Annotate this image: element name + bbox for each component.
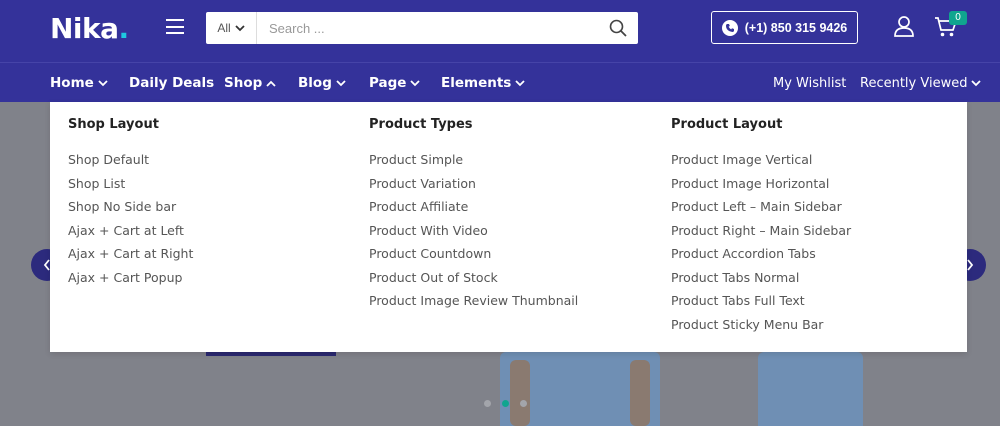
menu-link[interactable]: Shop No Side bar (68, 199, 193, 223)
chevron-down-icon (98, 79, 108, 86)
phone-button[interactable]: (+1) 850 315 9426 (711, 11, 858, 44)
search-category-select[interactable]: All (206, 12, 257, 44)
nav-item-blog[interactable]: Blog (298, 63, 346, 103)
menu-link[interactable]: Product Affiliate (369, 199, 578, 223)
column-heading: Product Layout (671, 117, 783, 132)
hero-product-image-2 (758, 352, 863, 426)
chevron-up-icon (266, 80, 276, 87)
phone-icon (721, 19, 738, 36)
column-heading: Product Types (369, 117, 473, 132)
search-input[interactable] (257, 13, 598, 43)
search-icon[interactable] (598, 19, 638, 37)
hamburger-menu-icon[interactable] (166, 19, 184, 34)
menu-link[interactable]: Product Tabs Full Text (671, 293, 851, 317)
menu-link[interactable]: Product Image Review Thumbnail (369, 293, 578, 317)
slider-dots (484, 400, 527, 407)
nav-item-shop[interactable]: Shop (224, 63, 276, 103)
nav-wishlist-link[interactable]: My Wishlist (773, 63, 846, 103)
menu-link[interactable]: Product Simple (369, 152, 578, 176)
chevron-down-icon (336, 79, 346, 86)
hero-product-image (500, 352, 660, 426)
chevron-down-icon (235, 24, 245, 31)
top-header: Nika. All (+1) 850 315 9426 0 (0, 0, 1000, 62)
menu-link[interactable]: Ajax + Cart Popup (68, 270, 193, 294)
user-account-icon[interactable] (893, 15, 915, 42)
menu-link[interactable]: Product Right – Main Sidebar (671, 223, 851, 247)
nav-item-elements[interactable]: Elements (441, 63, 525, 103)
search-bar: All (206, 12, 638, 44)
menu-link[interactable]: Product Countdown (369, 246, 578, 270)
slider-dot[interactable] (484, 400, 491, 407)
nav-item-home[interactable]: Home (50, 63, 108, 103)
phone-number: (+1) 850 315 9426 (744, 20, 848, 35)
nav-recently-viewed[interactable]: Recently Viewed (860, 63, 982, 103)
chevron-down-icon (515, 79, 525, 86)
menu-link[interactable]: Product Variation (369, 176, 578, 200)
column-heading: Shop Layout (68, 117, 159, 132)
menu-link[interactable]: Product Accordion Tabs (671, 246, 851, 270)
chevron-down-icon (410, 79, 421, 86)
menu-link[interactable]: Shop Default (68, 152, 193, 176)
menu-link[interactable]: Product Sticky Menu Bar (671, 317, 851, 341)
menu-link[interactable]: Ajax + Cart at Right (68, 246, 193, 270)
slider-dot-active[interactable] (502, 400, 509, 407)
chevron-down-icon (971, 79, 982, 86)
menu-link[interactable]: Product With Video (369, 223, 578, 247)
menu-link[interactable]: Product Image Horizontal (671, 176, 851, 200)
chevron-right-icon (967, 259, 974, 271)
cart-count-badge: 0 (949, 11, 967, 25)
nav-item-daily-deals[interactable]: Daily Deals (129, 63, 214, 103)
shop-mega-menu: Shop Layout Shop Default Shop List Shop … (50, 102, 967, 352)
site-logo[interactable]: Nika. (50, 12, 129, 45)
menu-link[interactable]: Product Tabs Normal (671, 270, 851, 294)
menu-link[interactable]: Product Left – Main Sidebar (671, 199, 851, 223)
menu-link[interactable]: Product Out of Stock (369, 270, 578, 294)
slider-dot[interactable] (520, 400, 527, 407)
menu-link[interactable]: Shop List (68, 176, 193, 200)
nav-item-page[interactable]: Page (369, 63, 421, 103)
menu-link[interactable]: Product Image Vertical (671, 152, 851, 176)
main-nav: Home Daily Deals Shop Blog Page Elements… (0, 62, 1000, 102)
menu-link[interactable]: Ajax + Cart at Left (68, 223, 193, 247)
